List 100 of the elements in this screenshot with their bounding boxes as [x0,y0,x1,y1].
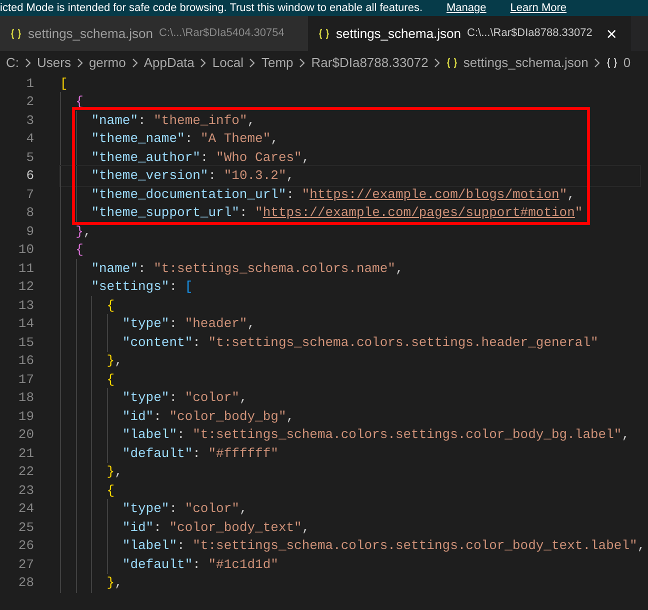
breadcrumb-item[interactable]: Users [37,52,71,72]
bracket: { [106,482,115,500]
line-number: 15 [17,334,34,352]
line-number: 16 [17,352,34,370]
tab-path: C:\...\Rar$DIa8788.33072 [467,26,592,42]
punctuation: : [169,278,178,296]
punctuation: , [270,130,278,148]
json-string: "theme_info" [154,112,248,130]
punctuation: : [177,537,185,555]
json-key: "type" [122,499,170,518]
bracket: } [106,352,115,370]
punctuation: : [208,167,216,185]
punctuation: : [184,130,193,148]
json-key: "label" [122,536,178,556]
json-file-icon [318,28,330,40]
json-string: "t:settings_schema.colors.settings.color_body_bg.label" [192,426,622,444]
json-key: "id" [122,518,154,537]
punctuation: : [169,389,178,407]
banner-link[interactable]: Learn More [510,0,567,16]
bracket: { [106,370,115,388]
json-key: "settings" [91,277,170,296]
punctuation: : [200,148,208,166]
punctuation: , [637,537,646,555]
json-key: "default" [122,554,193,574]
json-key: "type" [122,314,170,334]
json-file-icon [446,56,458,68]
line-number: 20 [17,426,34,444]
punctuation: , [286,167,294,185]
breadcrumb-item[interactable]: AppData [144,52,194,72]
punctuation: : [192,556,200,574]
punctuation: , [239,389,248,407]
json-string: "header" [184,315,248,333]
breadcrumb-item[interactable]: Local [212,52,244,72]
line-number: 27 [17,556,34,574]
punctuation: , [395,260,404,278]
punctuation: : [239,204,248,222]
tab-label: settings_schema.json [336,24,462,43]
line-number: 4 [25,130,34,148]
line-number: 25 [17,518,34,536]
url-link[interactable]: https://example.com/pages/support#motion [262,203,575,222]
chevron-icon [248,58,256,68]
breadcrumb-item[interactable]: germo [88,52,126,72]
line-number: 12 [17,278,34,296]
punctuation: , [114,463,122,481]
json-string: "t:settings_schema.colors.settings.header_general" [208,334,598,352]
line-number: 9 [25,222,34,240]
json-key: "name" [91,258,138,278]
tab-label: settings_schema.json [28,24,154,43]
line-number: 22 [17,463,34,481]
bracket: } [106,574,115,592]
line-number: 6 [25,167,34,185]
breadcrumb-item[interactable]: settings_schema.json [463,52,588,72]
line-number: 14 [17,315,34,333]
json-string: " [255,204,263,222]
json-string: " [574,204,583,222]
line-number: 8 [25,204,34,222]
editor-tab[interactable]: settings_schema.json C:\...\Rar$DIa5404.30754 [0,16,308,51]
json-string: " [302,186,310,204]
chevron-icon [593,58,602,68]
bracket: { [106,296,115,314]
url-link[interactable]: https://example.com/blogs/motion [310,184,560,204]
json-key: "type" [122,388,170,408]
punctuation: , [622,426,630,444]
line-number: 13 [17,296,34,314]
chevron-icon [199,58,208,68]
json-key: "label" [122,425,178,444]
json-string: "color_body_text" [169,518,302,536]
breadcrumb-item[interactable]: Rar$DIa8788.33072 [311,52,428,72]
json-string: "#ffffff" [208,444,278,462]
breadcrumb-item[interactable]: Temp [261,52,294,72]
line-number: 26 [17,537,34,555]
punctuation: : [154,518,162,536]
line-number: 7 [25,186,34,204]
bracket: } [76,222,84,240]
chevron-icon [298,58,306,68]
bracket: [ [60,74,68,92]
line-number: 2 [25,93,34,111]
tab-path: C:\...\Rar$DIa5404.30754 [159,26,284,42]
chevron-icon [76,58,84,68]
chevron-icon [433,58,442,68]
breadcrumb-item[interactable]: 0 [623,52,631,72]
json-string: "10.3.2" [224,167,286,185]
line-number: 19 [17,408,34,426]
editor-tab[interactable]: settings_schema.json C:\...\Rar$DIa8788.33072 × [308,16,631,51]
line-number: 5 [25,148,34,166]
breadcrumb-item[interactable]: C: [6,52,19,72]
punctuation: , [247,112,256,130]
chevron-icon [130,58,139,68]
json-key: "theme_version" [91,166,208,186]
json-string: "color" [184,500,240,518]
object-icon [606,56,618,68]
punctuation: , [247,315,256,333]
close-icon[interactable]: × [606,24,617,42]
json-string: "Who Cares" [216,148,302,166]
line-number: 28 [17,574,34,592]
banner-link[interactable]: Manage [446,0,486,16]
punctuation: : [286,186,294,204]
line-number: 17 [17,370,34,388]
json-key: "theme_support_url" [91,203,240,222]
line-number: 11 [17,260,34,278]
